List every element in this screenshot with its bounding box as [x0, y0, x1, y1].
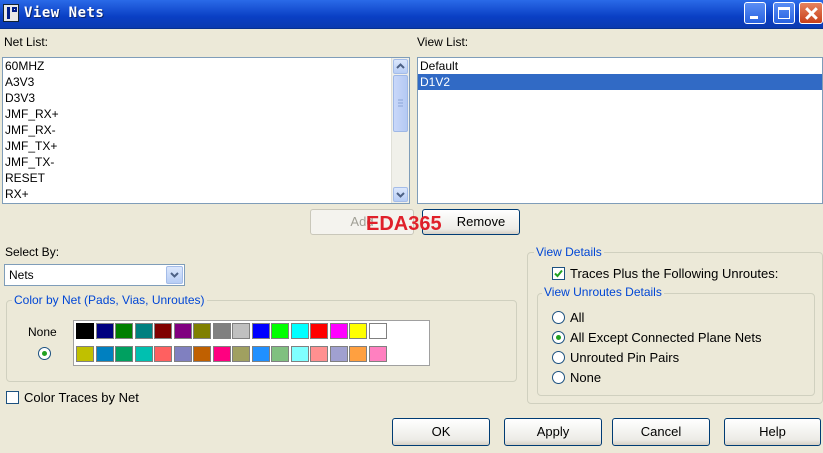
color-swatch[interactable]	[173, 346, 192, 362]
color-swatch[interactable]	[95, 346, 114, 362]
none-radio[interactable]	[38, 347, 51, 360]
color-traces-checkbox[interactable]	[6, 391, 19, 404]
view-list-label: View List:	[417, 35, 468, 49]
color-swatch[interactable]	[251, 346, 270, 362]
view-list-label-text: View List:	[417, 35, 469, 49]
net-list-label: Net List:	[4, 35, 48, 49]
minimize-button[interactable]	[744, 2, 766, 24]
app-icon	[3, 4, 19, 22]
color-swatch[interactable]	[76, 346, 94, 362]
color-swatch[interactable]	[134, 323, 153, 339]
color-swatch[interactable]	[154, 323, 172, 339]
color-swatch[interactable]	[95, 323, 114, 339]
traces-plus-label: Traces Plus the Following Unroutes:	[570, 266, 779, 281]
palette-row-1	[76, 323, 387, 339]
net-list-items: 60MHZ A3V3 D3V3 JMF_RX+ JMF_RX- JMF_TX+ JMF_TX…	[3, 58, 409, 202]
color-swatch[interactable]	[115, 346, 133, 362]
list-item[interactable]: RESET	[3, 170, 409, 186]
remove-button-label: Remove	[456, 214, 506, 229]
color-swatch[interactable]	[212, 323, 231, 339]
color-swatch[interactable]	[154, 346, 172, 362]
color-swatch[interactable]	[193, 346, 211, 362]
select-by-value: Nets	[9, 268, 34, 282]
color-swatch[interactable]	[310, 323, 328, 339]
traces-plus-checkbox[interactable]	[552, 267, 565, 280]
apply-button[interactable]: Apply	[504, 418, 602, 446]
color-swatch[interactable]	[193, 323, 211, 339]
unroute-option-label: None	[570, 370, 602, 385]
scroll-thumb[interactable]	[393, 75, 408, 132]
color-swatch[interactable]	[271, 346, 289, 362]
color-swatch[interactable]	[349, 323, 367, 339]
color-by-net-title: Color by Net (Pads, Vias, Unroutes)	[12, 293, 207, 307]
color-swatch[interactable]	[271, 323, 289, 339]
watermark-logo: EDA365	[366, 213, 442, 235]
color-swatch[interactable]	[251, 323, 270, 339]
list-item[interactable]: D1V2	[418, 74, 822, 90]
unroute-option-label: All Except Connected Plane Nets	[570, 330, 762, 345]
list-item[interactable]: 60MHZ	[3, 58, 409, 74]
color-swatch[interactable]	[368, 323, 387, 339]
unroute-option-radio[interactable]	[552, 331, 565, 344]
list-item[interactable]: D3V3	[3, 90, 409, 106]
color-swatch[interactable]	[290, 323, 309, 339]
maximize-button[interactable]	[773, 2, 795, 24]
unroute-option-radio[interactable]	[552, 371, 565, 384]
net-list[interactable]: 60MHZ A3V3 D3V3 JMF_RX+ JMF_RX- JMF_TX+ JMF_TX…	[2, 57, 410, 204]
unroute-option-radio[interactable]	[552, 351, 565, 364]
color-swatch[interactable]	[310, 346, 328, 362]
scroll-down-arrow-icon[interactable]	[393, 187, 408, 202]
color-swatch[interactable]	[290, 346, 309, 362]
view-details-title: View Details	[534, 245, 604, 259]
color-swatch[interactable]	[349, 346, 367, 362]
chevron-down-icon[interactable]	[166, 266, 183, 284]
cancel-button[interactable]: Cancel	[612, 418, 710, 446]
color-swatch[interactable]	[212, 346, 231, 362]
list-item[interactable]: JMF_RX-	[3, 122, 409, 138]
list-item[interactable]: JMF_TX-	[3, 154, 409, 170]
unroute-option-label: All	[570, 310, 585, 325]
window-title: View Nets	[24, 5, 105, 21]
color-swatch[interactable]	[173, 323, 192, 339]
list-item[interactable]: RX+	[3, 186, 409, 202]
color-swatch[interactable]	[115, 323, 133, 339]
color-swatch[interactable]	[232, 323, 250, 339]
help-button[interactable]: Help	[724, 418, 821, 446]
view-list[interactable]: Default D1V2	[417, 57, 823, 204]
list-item[interactable]: JMF_RX+	[3, 106, 409, 122]
select-by-label-text: Select By:	[5, 245, 60, 259]
color-palette	[73, 320, 430, 366]
color-swatch[interactable]	[329, 323, 348, 339]
select-by-label: Select By:	[5, 245, 59, 259]
unroute-option-radio[interactable]	[552, 311, 565, 324]
view-unroutes-title: View Unroutes Details	[542, 285, 664, 299]
color-swatch[interactable]	[76, 323, 94, 339]
color-traces-label: Color Traces by Net	[24, 390, 139, 405]
color-swatch[interactable]	[232, 346, 250, 362]
color-swatch[interactable]	[368, 346, 387, 362]
select-by-dropdown[interactable]: Nets	[4, 264, 185, 286]
palette-row-2	[76, 346, 387, 362]
title-bar: View Nets	[0, 0, 823, 29]
close-button[interactable]	[799, 2, 823, 24]
list-item[interactable]: Default	[418, 58, 822, 74]
net-list-scrollbar[interactable]	[391, 58, 409, 203]
view-list-items: Default D1V2	[418, 58, 822, 90]
scroll-up-arrow-icon[interactable]	[393, 59, 408, 74]
net-list-label-text: Net List:	[4, 35, 49, 49]
ok-button[interactable]: OK	[392, 418, 490, 446]
color-swatch[interactable]	[134, 346, 153, 362]
list-item[interactable]: A3V3	[3, 74, 409, 90]
unroute-option-label: Unrouted Pin Pairs	[570, 350, 680, 365]
color-swatch[interactable]	[329, 346, 348, 362]
list-item[interactable]: JMF_TX+	[3, 138, 409, 154]
none-label: None	[28, 325, 57, 339]
